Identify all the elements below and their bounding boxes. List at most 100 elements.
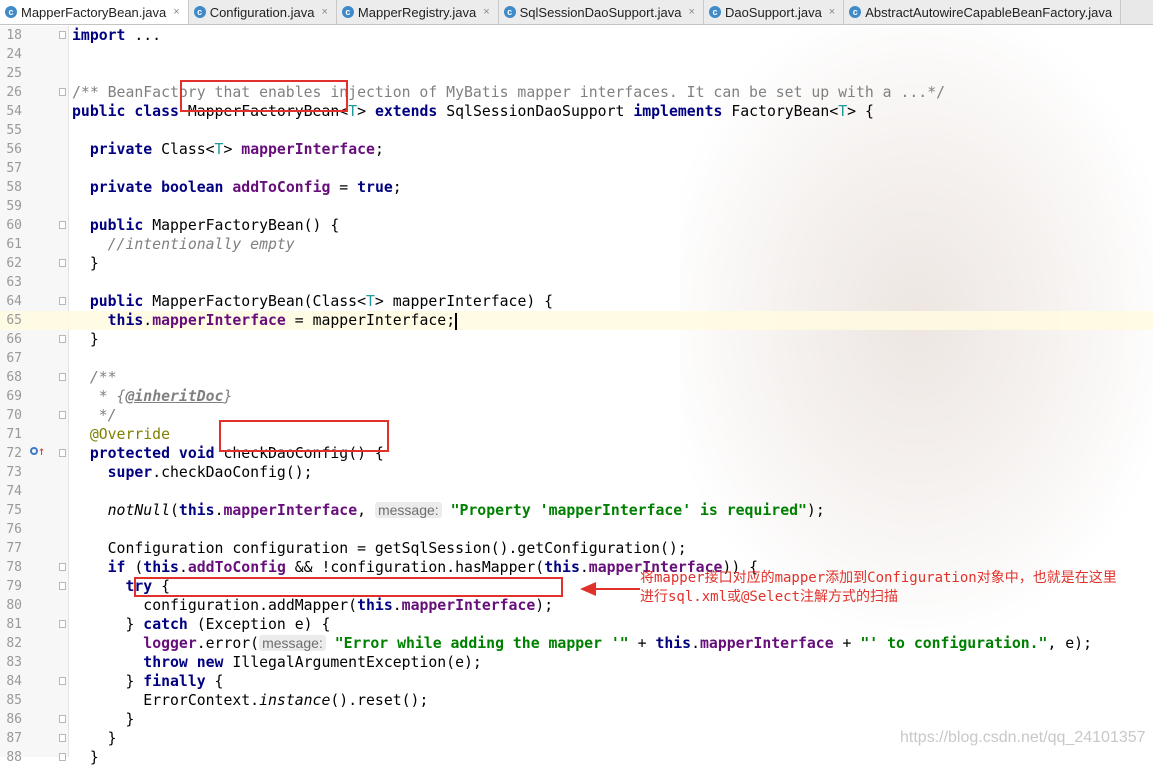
code-token: T	[366, 293, 375, 310]
code-token: public class	[72, 103, 179, 120]
override-marker-icon[interactable]	[30, 447, 38, 455]
fold-icon[interactable]	[59, 677, 66, 685]
code-token: =	[330, 179, 358, 196]
fold-icon[interactable]	[59, 297, 66, 305]
code-line: 81 } catch (Exception e) {	[0, 615, 1153, 634]
code-line: 82 logger.error(message: "Error while ad…	[0, 634, 1153, 653]
class-file-icon: c	[849, 6, 862, 18]
tab-sqlsessiondaosupport[interactable]: c SqlSessionDaoSupport.java ×	[498, 0, 704, 24]
line-number: 68	[6, 370, 22, 385]
class-file-icon: c	[708, 6, 721, 18]
code-token: notNull	[107, 502, 170, 519]
fold-icon[interactable]	[59, 753, 66, 761]
code-token: ErrorContext.	[143, 692, 260, 709]
line-number: 69	[6, 389, 22, 404]
fold-icon[interactable]	[59, 582, 66, 590]
code-line: 67	[0, 349, 1153, 368]
line-number: 58	[6, 180, 22, 195]
code-token: }	[89, 749, 99, 766]
code-token: Configuration configuration = getSqlSess…	[107, 540, 687, 557]
fold-icon[interactable]	[59, 620, 66, 628]
line-number: 75	[6, 503, 22, 518]
close-icon[interactable]: ×	[321, 6, 327, 18]
code-line: 64 public MapperFactoryBean(Class<T> map…	[0, 292, 1153, 311]
code-line: 73 super.checkDaoConfig();	[0, 463, 1153, 482]
code-token: catch	[143, 616, 188, 633]
code-token: instance	[259, 692, 331, 709]
fold-icon[interactable]	[59, 563, 66, 571]
code-line-current: 65 this.mapperInterface = mapperInterfac…	[0, 311, 1153, 330]
editor-tab-bar: c MapperFactoryBean.java × c Configurati…	[0, 0, 1153, 25]
line-number: 80	[6, 598, 22, 613]
code-token: */	[89, 407, 117, 424]
close-icon[interactable]: ×	[173, 6, 179, 18]
code-token: .	[691, 635, 700, 652]
fold-icon[interactable]	[59, 88, 66, 96]
code-line: 59	[0, 197, 1153, 216]
code-token: this	[357, 597, 393, 614]
line-number: 56	[6, 142, 22, 157]
code-token: );	[806, 502, 825, 519]
line-number: 24	[6, 47, 22, 62]
tab-label: DaoSupport.java	[724, 4, 822, 20]
code-token: /**	[89, 369, 117, 386]
fold-icon[interactable]	[59, 734, 66, 742]
tab-mapperfactorybean[interactable]: c MapperFactoryBean.java ×	[0, 0, 189, 24]
tab-mapperregistry[interactable]: c MapperRegistry.java ×	[336, 0, 499, 24]
line-number: 66	[6, 332, 22, 347]
code-token: ;	[374, 141, 384, 158]
close-icon[interactable]: ×	[689, 6, 695, 18]
tab-daosupport[interactable]: c DaoSupport.java ×	[703, 0, 845, 24]
code-token: +	[628, 635, 656, 652]
code-token: ,	[357, 502, 375, 519]
code-line: 61 //intentionally empty	[0, 235, 1153, 254]
code-token: ...	[125, 27, 162, 44]
code-line: 63	[0, 273, 1153, 292]
line-number: 26	[6, 85, 22, 100]
fold-icon[interactable]	[59, 411, 66, 419]
code-line: 18 import ...	[0, 26, 1153, 45]
fold-icon[interactable]	[59, 221, 66, 229]
code-token: private boolean	[89, 179, 224, 196]
code-token: IllegalArgumentException(e);	[223, 654, 482, 671]
code-token: );	[535, 597, 554, 614]
code-line: 54 public class MapperFactoryBean<T> exte…	[0, 102, 1153, 121]
code-token: (	[125, 559, 144, 576]
code-token: .	[143, 312, 153, 329]
fold-icon[interactable]	[59, 259, 66, 267]
code-token: ;	[392, 179, 402, 196]
parameter-hint: message:	[259, 635, 326, 651]
code-line: 70 */	[0, 406, 1153, 425]
fold-icon[interactable]	[59, 449, 66, 457]
fold-icon[interactable]	[59, 373, 66, 381]
line-number: 83	[6, 655, 22, 670]
line-number: 74	[6, 484, 22, 499]
annotation-arrow-icon	[580, 582, 640, 596]
code-token: }	[125, 711, 135, 728]
code-token: super	[107, 464, 153, 481]
code-token: MapperFactoryBean(Class<	[143, 293, 366, 310]
annotation-line: 将mapper接口对应的mapper添加到Configuration对象中，也就…	[640, 570, 1117, 586]
line-number: 61	[6, 237, 22, 252]
tab-abstractautowirecapablebeanfactory[interactable]: c AbstractAutowireCapableBeanFactory.jav…	[844, 0, 1122, 24]
code-token: "Property 'mapperInterface' is required"	[450, 502, 807, 519]
line-number: 79	[6, 579, 22, 594]
close-icon[interactable]: ×	[483, 6, 489, 18]
fold-icon[interactable]	[59, 31, 66, 39]
close-icon[interactable]: ×	[829, 6, 835, 18]
fold-icon[interactable]	[59, 335, 66, 343]
code-line: 74	[0, 482, 1153, 501]
code-token: > mapperInterface) {	[374, 293, 554, 310]
code-token: (Exception e) {	[187, 616, 331, 633]
line-number: 82	[6, 636, 22, 651]
code-token: @inheritDoc	[125, 388, 224, 405]
code-editor[interactable]: 18 import ... 24 25 26/** BeanFactory tha…	[0, 26, 1153, 767]
fold-icon[interactable]	[59, 715, 66, 723]
code-line: 72 ↑ protected void checkDaoConfig() {	[0, 444, 1153, 463]
code-token: logger	[143, 635, 197, 652]
code-line: 75 notNull(this.mapperInterface, message…	[0, 501, 1153, 520]
annotation-line: 进行sql.xml或@Select注解方式的扫描	[640, 589, 899, 605]
code-token: T	[348, 103, 358, 120]
line-number: 60	[6, 218, 22, 233]
tab-configuration[interactable]: c Configuration.java ×	[188, 0, 337, 24]
